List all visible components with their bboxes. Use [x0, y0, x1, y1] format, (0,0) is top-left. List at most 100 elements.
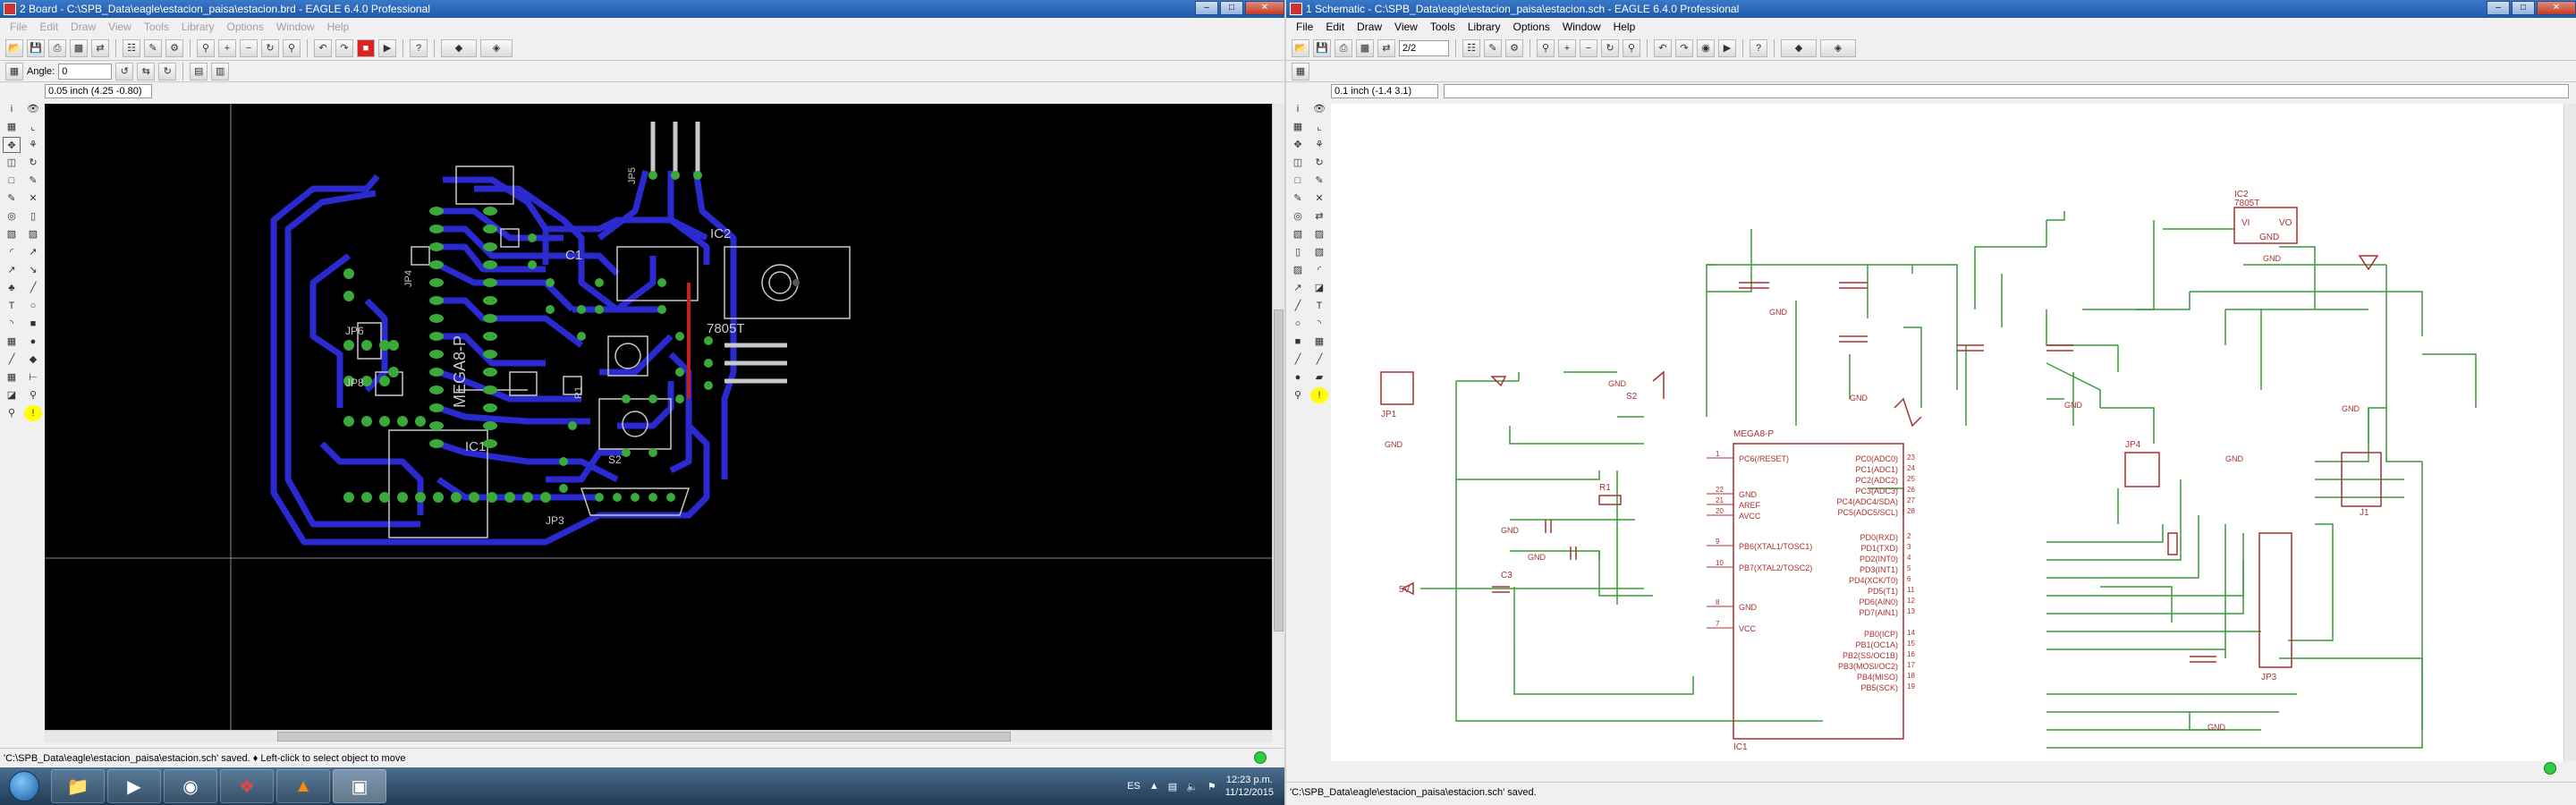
mark-icon[interactable]: ⌞	[24, 119, 42, 135]
show-icon[interactable]: 👁	[1310, 101, 1328, 117]
tray-clock[interactable]: 12:23 p.m. 11/12/2015	[1225, 774, 1274, 799]
display-icon[interactable]: ▦	[3, 119, 21, 135]
redo-icon[interactable]: ↷	[335, 38, 353, 57]
close-button[interactable]: ✕	[1245, 1, 1284, 15]
taskbar-remote-icon[interactable]: ▣	[333, 769, 386, 803]
info-icon[interactable]: i	[3, 101, 21, 117]
go-icon[interactable]: ▶	[378, 38, 396, 57]
rect-icon[interactable]: ■	[1289, 334, 1307, 350]
miter-icon[interactable]: ◜	[1310, 262, 1328, 278]
script-icon[interactable]: ✎	[144, 38, 162, 57]
mirror-icon[interactable]: ⇆	[137, 62, 156, 80]
arc-icon[interactable]: ◝	[1310, 316, 1328, 332]
value-icon[interactable]: ▧	[1310, 244, 1328, 260]
taskbar-eagle-icon[interactable]: ❖	[220, 769, 274, 803]
use-library-icon[interactable]: ☷	[123, 38, 140, 57]
layer-icon[interactable]: ▤	[190, 62, 208, 80]
info-icon[interactable]: i	[1289, 101, 1307, 117]
optimize-icon[interactable]: ↗	[3, 262, 21, 278]
signal-icon[interactable]: ╱	[3, 352, 21, 368]
schematic-titlebar[interactable]: 1 Schematic - C:\SPB_Data\eagle\estacion…	[1286, 0, 2576, 18]
close-button[interactable]: ✕	[2537, 1, 2576, 15]
rotate-tool-icon[interactable]: ↻	[24, 155, 42, 171]
open-icon[interactable]: 📂	[5, 38, 23, 57]
pinswap-icon[interactable]: ⇄	[1310, 208, 1328, 225]
board-hscroll-thumb[interactable]	[277, 732, 1011, 741]
start-button[interactable]	[0, 768, 48, 804]
use-library-icon[interactable]: ☷	[1462, 38, 1480, 57]
stop-icon[interactable]: ◉	[1697, 38, 1715, 57]
value-icon[interactable]: ▧	[3, 226, 21, 242]
script-icon[interactable]: ✎	[1484, 38, 1502, 57]
menu-library[interactable]: Library	[175, 21, 221, 33]
delete-icon[interactable]: ✕	[1310, 191, 1328, 207]
redo-icon[interactable]: ↷	[1675, 38, 1693, 57]
show-icon[interactable]: 👁	[24, 101, 42, 117]
polygon-icon[interactable]: ▦	[3, 334, 21, 350]
board-status-led[interactable]	[1254, 751, 1267, 764]
undo-icon[interactable]: ↶	[314, 38, 332, 57]
copy-icon[interactable]: ⚘	[1310, 137, 1328, 153]
design-link-icon[interactable]: ◆	[1781, 38, 1817, 57]
menu-help[interactable]: Help	[321, 21, 356, 33]
layer2-icon[interactable]: ▥	[211, 62, 230, 80]
grid-icon[interactable]: ▦	[1292, 62, 1309, 80]
zoom-fit-icon[interactable]: ⚲	[197, 38, 215, 57]
tray-flag-icon[interactable]: ⚑	[1208, 781, 1216, 792]
smash-icon[interactable]: ▨	[24, 226, 42, 242]
wire-icon[interactable]: ╱	[1289, 298, 1307, 314]
move-icon[interactable]: ✥	[3, 137, 21, 153]
board-titlebar[interactable]: 2 Board - C:\SPB_Data\eagle\estacion_pai…	[0, 0, 1284, 18]
zoom-out-icon[interactable]: −	[240, 38, 258, 57]
errors-icon[interactable]: ⚲	[3, 405, 21, 421]
name-icon[interactable]: ▯	[1289, 244, 1307, 260]
group-icon[interactable]: □	[1289, 173, 1307, 189]
spin-icon[interactable]: ↻	[158, 62, 177, 80]
zoom-redraw-icon[interactable]: ↻	[261, 38, 279, 57]
move-icon[interactable]: ✥	[1289, 137, 1307, 153]
dimension-icon[interactable]: ⊢	[24, 369, 42, 386]
zoom-select-icon[interactable]: ⚲	[1623, 38, 1640, 57]
print-icon[interactable]: ⎙	[1335, 38, 1352, 57]
tray-volume-icon[interactable]: 🔈	[1186, 781, 1199, 792]
menu-tools[interactable]: Tools	[138, 21, 175, 33]
mark-icon[interactable]: ⌞	[1310, 119, 1328, 135]
smash-icon[interactable]: ▨	[1289, 262, 1307, 278]
text-icon[interactable]: T	[3, 298, 21, 314]
print-icon[interactable]: ⎙	[48, 38, 66, 57]
menu-edit[interactable]: Edit	[1319, 21, 1351, 33]
open-icon[interactable]: 📂	[1292, 38, 1309, 57]
zoom-out-icon[interactable]: −	[1580, 38, 1597, 57]
language-indicator[interactable]: ES	[1127, 781, 1140, 792]
cam-icon[interactable]: ▩	[70, 38, 88, 57]
menu-tools[interactable]: Tools	[1424, 21, 1462, 33]
add-icon[interactable]: ◎	[3, 208, 21, 225]
menu-view[interactable]: View	[1388, 21, 1424, 33]
command-input[interactable]	[1444, 84, 2569, 98]
minimize-button[interactable]: –	[1195, 1, 1218, 15]
menu-view[interactable]: View	[102, 21, 138, 33]
taskbar-chrome-icon[interactable]: ◉	[164, 769, 217, 803]
hole-icon[interactable]: ◆	[24, 352, 42, 368]
zoom-in-icon[interactable]: +	[218, 38, 236, 57]
arc-icon[interactable]: ◝	[3, 316, 21, 332]
text-icon[interactable]: T	[1310, 298, 1328, 314]
menu-draw[interactable]: Draw	[64, 21, 102, 33]
paste-icon[interactable]: ✎	[3, 191, 21, 207]
drc-icon[interactable]: ⚲	[24, 387, 42, 403]
bus-icon[interactable]: ╱	[1289, 352, 1307, 368]
board-hscroll[interactable]	[45, 730, 1272, 742]
erc-icon[interactable]: !	[24, 405, 42, 421]
tray-arrow-icon[interactable]: ▲	[1149, 781, 1159, 792]
minimize-button[interactable]: –	[2487, 1, 2510, 15]
delete-icon[interactable]: ✕	[24, 191, 42, 207]
zoom-fit-icon[interactable]: ⚲	[1537, 38, 1555, 57]
menu-window[interactable]: Window	[270, 21, 321, 33]
switch-board-icon[interactable]: ⇄	[1377, 38, 1395, 57]
board-canvas[interactable]: IC2 7805T MEGA8-P IC1 C1 JP6 JP8 JP3 S2 …	[45, 104, 1272, 730]
menu-options[interactable]: Options	[221, 21, 270, 33]
menu-options[interactable]: Options	[1507, 21, 1556, 33]
taskbar-media-icon[interactable]: ▶	[107, 769, 161, 803]
board-vscroll-thumb[interactable]	[1274, 309, 1284, 631]
menu-file[interactable]: File	[4, 21, 33, 33]
